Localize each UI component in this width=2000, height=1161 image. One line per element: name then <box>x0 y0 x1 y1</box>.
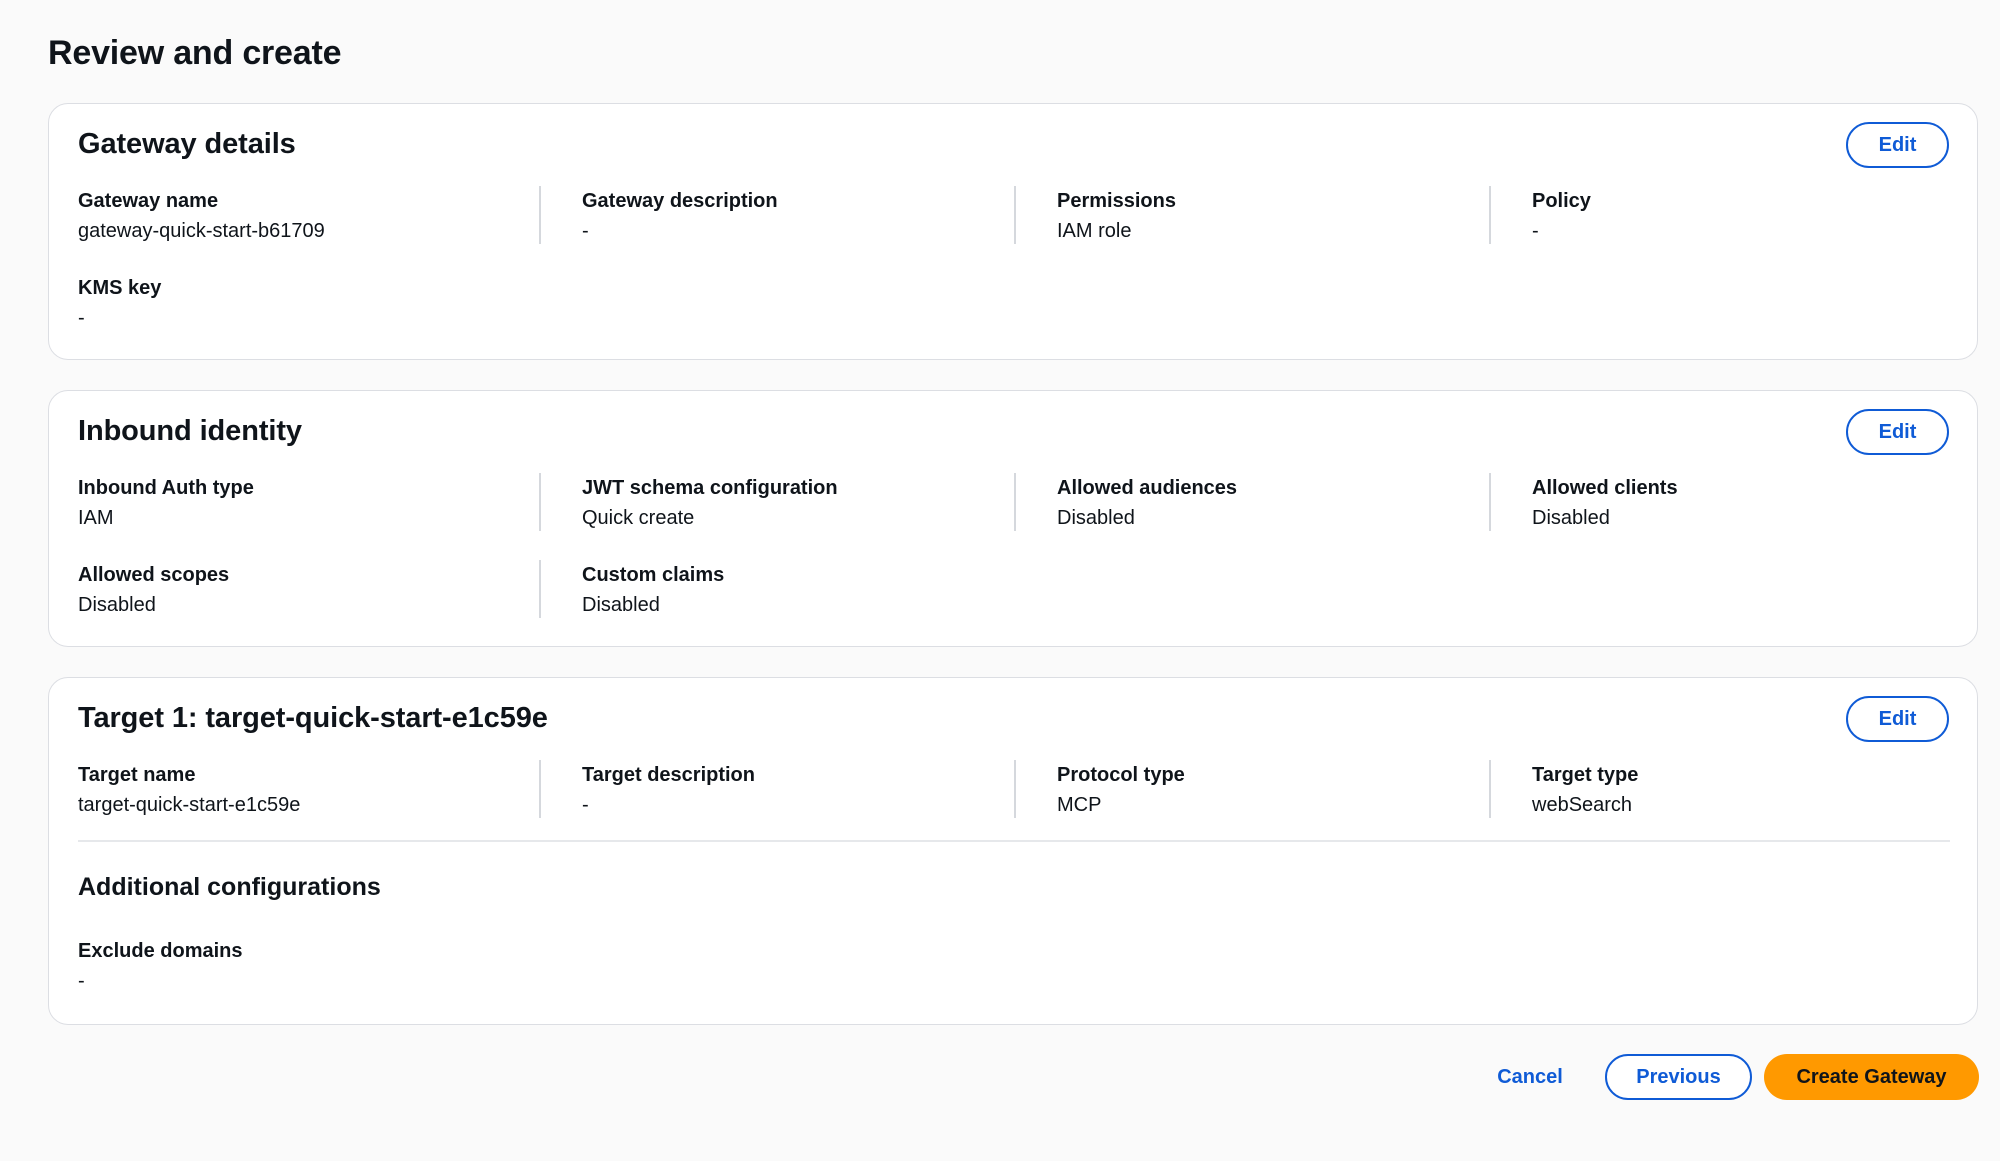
field-label: Protocol type <box>1057 764 1185 786</box>
field-protocol-type: Protocol type MCP <box>1057 762 1185 818</box>
field-exclude-domains: Exclude domains - <box>78 938 243 994</box>
field-value: Disabled <box>1057 507 1135 529</box>
field-label: Permissions <box>1057 190 1176 212</box>
page-title: Review and create <box>48 34 342 72</box>
gateway-details-card: Gateway details Edit Gateway name gatewa… <box>48 103 1978 360</box>
field-kms-key: KMS key - <box>78 275 161 331</box>
field-label: KMS key <box>78 277 162 299</box>
inbound-identity-card: Inbound identity Edit Inbound Auth type … <box>48 390 1978 647</box>
section-divider <box>78 840 1950 842</box>
column-divider <box>1489 473 1491 531</box>
field-label: Inbound Auth type <box>78 477 254 499</box>
column-divider <box>539 186 541 244</box>
column-divider <box>1014 186 1016 244</box>
create-gateway-button[interactable]: Create Gateway <box>1764 1054 1979 1100</box>
field-jwt-schema-configuration: JWT schema configuration Quick create <box>582 475 838 531</box>
field-value: IAM role <box>1057 220 1132 242</box>
field-value: IAM <box>78 507 114 529</box>
field-allowed-audiences: Allowed audiences Disabled <box>1057 475 1237 531</box>
field-value: Quick create <box>582 507 695 529</box>
field-label: Policy <box>1532 190 1591 212</box>
field-target-name: Target name target-quick-start-e1c59e <box>78 762 300 818</box>
field-gateway-name: Gateway name gateway-quick-start-b61709 <box>78 188 325 244</box>
gateway-details-edit-button[interactable]: Edit <box>1846 122 1949 168</box>
field-permissions: Permissions IAM role <box>1057 188 1176 244</box>
target-title: Target 1: target-quick-start-e1c59e <box>78 702 548 734</box>
inbound-identity-title: Inbound identity <box>78 415 302 447</box>
field-value: gateway-quick-start-b61709 <box>78 220 325 242</box>
field-label: Target type <box>1532 764 1639 786</box>
field-allowed-clients: Allowed clients Disabled <box>1532 475 1678 531</box>
field-label: Gateway description <box>582 190 778 212</box>
field-value: Disabled <box>582 594 660 616</box>
field-value: - <box>582 794 589 816</box>
target-edit-button[interactable]: Edit <box>1846 696 1949 742</box>
field-target-description: Target description - <box>582 762 755 818</box>
field-label: JWT schema configuration <box>582 477 838 499</box>
gateway-details-title: Gateway details <box>78 128 296 160</box>
field-value: Disabled <box>1532 507 1610 529</box>
inbound-identity-edit-button[interactable]: Edit <box>1846 409 1949 455</box>
field-label: Custom claims <box>582 564 725 586</box>
field-value: target-quick-start-e1c59e <box>78 794 301 816</box>
field-target-type: Target type webSearch <box>1532 762 1638 818</box>
column-divider <box>1014 473 1016 531</box>
column-divider <box>1489 186 1491 244</box>
field-label: Target name <box>78 764 196 786</box>
field-value: - <box>78 970 85 992</box>
column-divider <box>1489 760 1491 818</box>
previous-button[interactable]: Previous <box>1605 1054 1752 1100</box>
additional-configurations-title: Additional configurations <box>78 873 381 901</box>
field-label: Allowed scopes <box>78 564 230 586</box>
column-divider <box>539 560 541 618</box>
field-allowed-scopes: Allowed scopes Disabled <box>78 562 229 618</box>
field-label: Target description <box>582 764 755 786</box>
field-value: Disabled <box>78 594 156 616</box>
field-label: Gateway name <box>78 190 219 212</box>
column-divider <box>539 473 541 531</box>
field-value: - <box>1532 220 1539 242</box>
field-value: - <box>582 220 589 242</box>
field-inbound-auth-type: Inbound Auth type IAM <box>78 475 254 531</box>
field-label: Allowed clients <box>1532 477 1678 499</box>
field-label: Exclude domains <box>78 940 243 962</box>
field-value: MCP <box>1057 794 1102 816</box>
field-value: - <box>78 307 85 329</box>
field-value: webSearch <box>1532 794 1633 816</box>
cancel-button[interactable]: Cancel <box>1488 1054 1572 1100</box>
target-card: Target 1: target-quick-start-e1c59e Edit… <box>48 677 1978 1025</box>
column-divider <box>539 760 541 818</box>
field-policy: Policy - <box>1532 188 1591 244</box>
field-custom-claims: Custom claims Disabled <box>582 562 724 618</box>
field-gateway-description: Gateway description - <box>582 188 778 244</box>
column-divider <box>1014 760 1016 818</box>
field-label: Allowed audiences <box>1057 477 1238 499</box>
